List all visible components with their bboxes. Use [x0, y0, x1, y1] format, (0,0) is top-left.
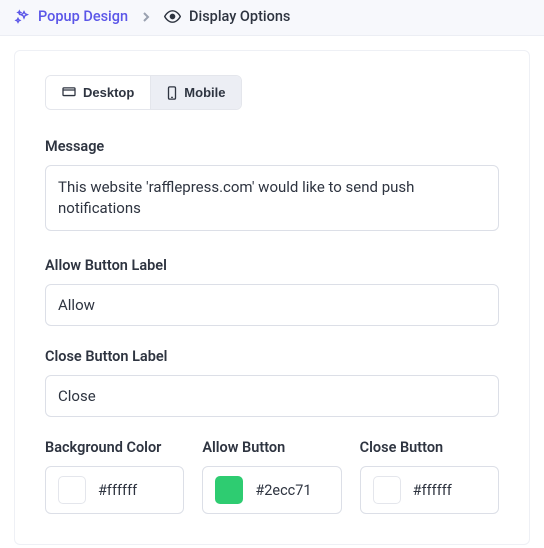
background-color-hex: #ffffff: [98, 482, 137, 499]
close-button-color-field: Close Button #ffffff: [360, 439, 499, 514]
device-tabs: Desktop Mobile: [45, 75, 242, 110]
close-button-color-swatch[interactable]: [373, 476, 401, 504]
message-field: Message: [45, 138, 499, 235]
breadcrumb-parent-label: Popup Design: [38, 8, 128, 25]
tab-desktop-label: Desktop: [83, 85, 134, 100]
allow-button-color-swatch[interactable]: [215, 476, 243, 504]
tab-mobile[interactable]: Mobile: [150, 76, 241, 109]
background-color-input[interactable]: #ffffff: [45, 466, 184, 514]
allow-button-label-input[interactable]: [45, 284, 499, 326]
breadcrumb-display-options: Display Options: [164, 8, 290, 25]
close-button-color-input[interactable]: #ffffff: [360, 466, 499, 514]
allow-button-color-input[interactable]: #2ecc71: [202, 466, 341, 514]
close-button-label-field: Close Button Label: [45, 348, 499, 417]
allow-button-label-field: Allow Button Label: [45, 257, 499, 326]
allow-button-color-label: Allow Button: [202, 439, 341, 456]
breadcrumb: Popup Design Display Options: [0, 0, 544, 36]
background-color-swatch[interactable]: [58, 476, 86, 504]
mobile-icon: [167, 86, 177, 100]
close-button-color-hex: #ffffff: [413, 482, 452, 499]
close-button-color-label: Close Button: [360, 439, 499, 456]
tab-desktop[interactable]: Desktop: [46, 76, 150, 109]
close-button-label-label: Close Button Label: [45, 348, 499, 365]
breadcrumb-popup-design[interactable]: Popup Design: [14, 8, 128, 25]
allow-button-label-label: Allow Button Label: [45, 257, 499, 274]
message-label: Message: [45, 138, 499, 155]
breadcrumb-current-label: Display Options: [189, 8, 290, 25]
tab-mobile-label: Mobile: [184, 85, 225, 100]
settings-panel: Desktop Mobile Message Allow Button Labe…: [14, 50, 530, 545]
chevron-right-icon: [142, 11, 150, 23]
desktop-icon: [62, 87, 76, 99]
background-color-label: Background Color: [45, 439, 184, 456]
magic-wand-icon: [14, 9, 30, 25]
color-row: Background Color #ffffff Allow Button #2…: [45, 439, 499, 514]
allow-button-color-hex: #2ecc71: [255, 482, 311, 499]
eye-icon: [164, 8, 181, 25]
close-button-label-input[interactable]: [45, 375, 499, 417]
message-input[interactable]: [45, 165, 499, 231]
allow-button-color-field: Allow Button #2ecc71: [202, 439, 341, 514]
background-color-field: Background Color #ffffff: [45, 439, 184, 514]
